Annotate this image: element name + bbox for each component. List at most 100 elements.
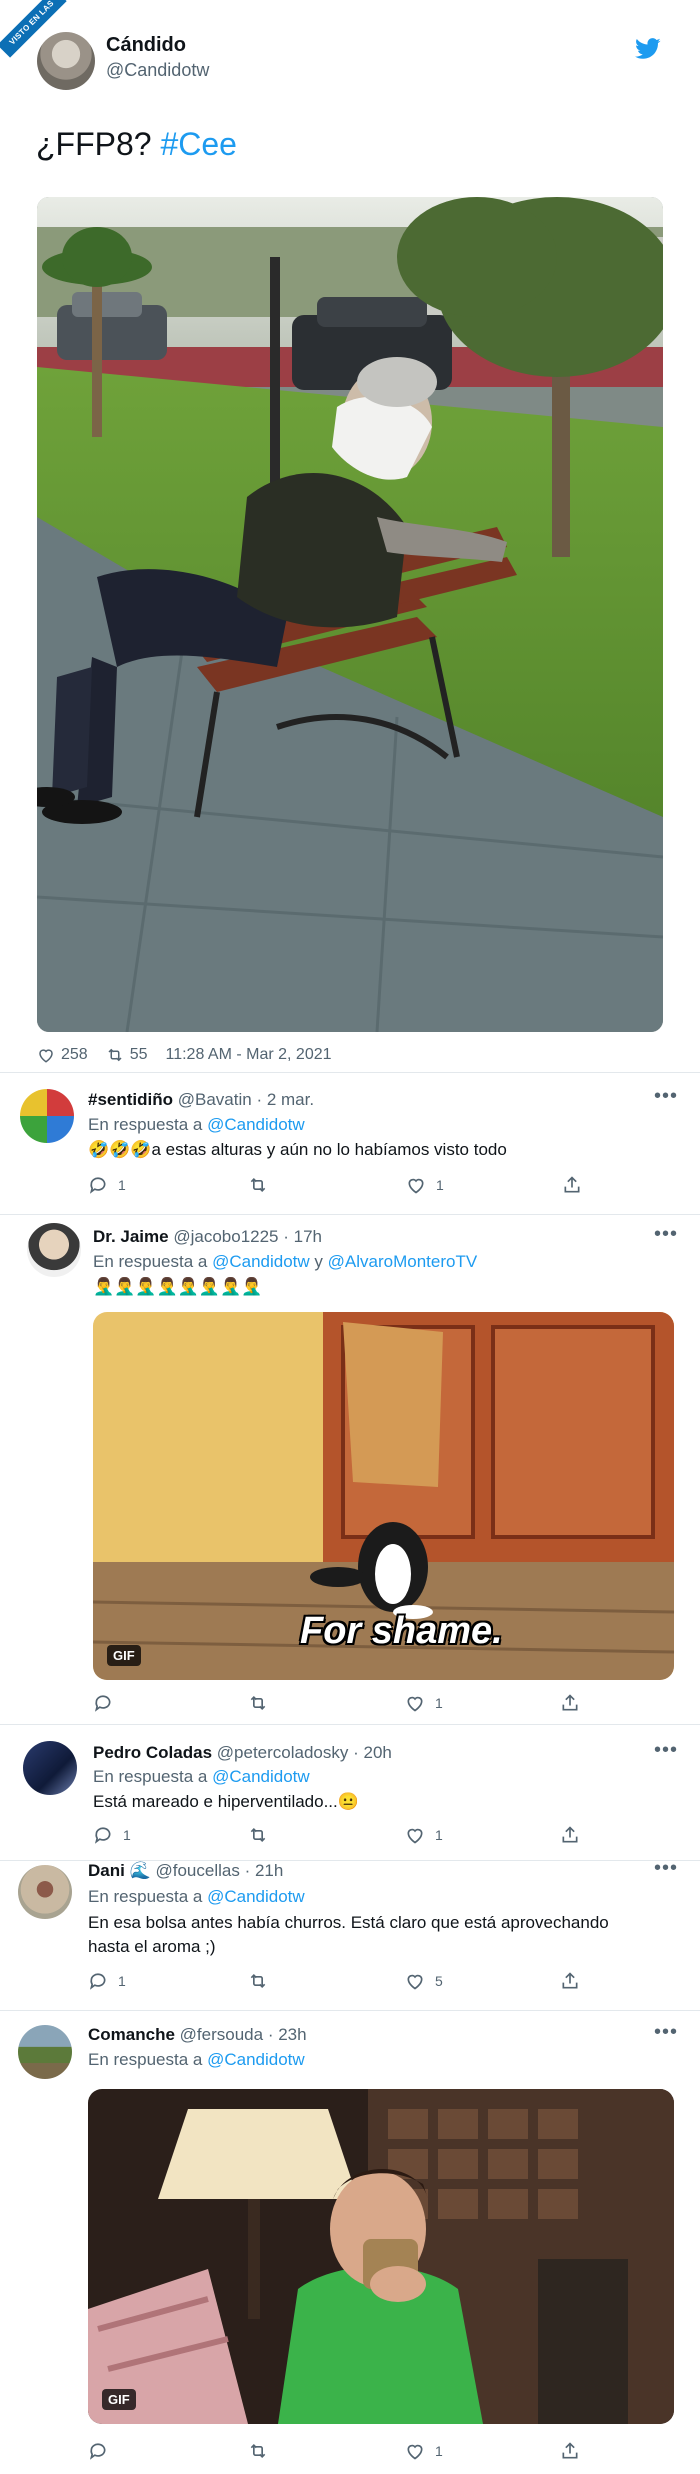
reply-avatar[interactable]: [27, 1223, 81, 1277]
reply-to-link[interactable]: @Candidotw: [207, 2050, 305, 2069]
reply-text: En esa bolsa antes había churros. Está c…: [88, 1911, 609, 1959]
reply-count: 1: [118, 1177, 126, 1193]
reply-4[interactable]: Dani 🌊 @foucellas · 21h ••• En respuesta…: [0, 1857, 700, 2011]
retweet-icon: [108, 1048, 122, 1062]
reply-text: 🤦‍♂️🤦‍♂️🤦‍♂️🤦‍♂️🤦‍♂️🤦‍♂️🤦‍♂️🤦‍♂️: [93, 1277, 263, 1296]
reply-author-handle[interactable]: @foucellas: [155, 1861, 239, 1880]
tweet-timestamp[interactable]: 11:28 AM - Mar 2, 2021: [166, 1046, 332, 1064]
like-button[interactable]: 1: [405, 1693, 443, 1713]
reply-time[interactable]: · 17h: [283, 1227, 322, 1246]
retweet-icon: [250, 1827, 266, 1843]
reply-to-prefix: En respuesta a: [93, 1252, 208, 1271]
likes-stat[interactable]: 258: [37, 1046, 88, 1064]
like-button[interactable]: 1: [405, 1825, 443, 1845]
retweet-button[interactable]: [248, 1693, 278, 1713]
reply-author-name[interactable]: Pedro Coladas: [93, 1743, 212, 1762]
reply-3[interactable]: Pedro Coladas @petercoladosky · 20h ••• …: [0, 1724, 700, 1861]
watermark-badge: VISTO EN LAS REDES .COM: [0, 0, 67, 58]
reply-button[interactable]: 1: [93, 1825, 131, 1845]
reply-author-name[interactable]: Comanche: [88, 2025, 175, 2044]
twitter-bird-icon[interactable]: [635, 38, 661, 60]
reply-to-link[interactable]: @Candidotw: [212, 1252, 310, 1271]
reply-author-handle[interactable]: @Bavatin: [178, 1090, 252, 1109]
reply-actions: 1 5: [88, 1971, 648, 1995]
retweet-button[interactable]: [248, 1175, 278, 1195]
reply-time[interactable]: · 2 mar.: [256, 1090, 314, 1109]
retweet-button[interactable]: [248, 2441, 278, 2461]
reply-time[interactable]: · 23h: [268, 2025, 307, 2044]
reply-actions: 1 1: [93, 1825, 653, 1849]
retweets-stat[interactable]: 55: [106, 1046, 148, 1064]
author-handle[interactable]: @Candidotw: [106, 60, 209, 81]
retweet-button[interactable]: [248, 1825, 278, 1845]
share-button[interactable]: [562, 1175, 582, 1195]
like-count: 1: [435, 1695, 443, 1711]
reply-time[interactable]: · 20h: [353, 1743, 392, 1762]
reply-to-and: y: [314, 1252, 323, 1271]
share-icon: [562, 1694, 578, 1711]
reply-count: 1: [118, 1973, 126, 1989]
share-button[interactable]: [560, 1971, 580, 1991]
like-button[interactable]: 1: [405, 2441, 443, 2461]
retweets-count: 55: [129, 1046, 148, 1063]
reply-author-handle[interactable]: @petercoladosky: [217, 1743, 349, 1762]
reply-to-link[interactable]: @Candidotw: [212, 1767, 310, 1786]
reply-button[interactable]: 1: [88, 1971, 126, 1991]
reply-author-name[interactable]: #sentidiño: [88, 1090, 173, 1109]
reply-author-name[interactable]: Dr. Jaime: [93, 1227, 169, 1246]
retweet-button[interactable]: [248, 1971, 278, 1991]
gif-badge: GIF: [102, 2389, 136, 2410]
like-button[interactable]: 1: [406, 1175, 444, 1195]
share-button[interactable]: [560, 1825, 580, 1845]
reply-time[interactable]: · 21h: [245, 1861, 284, 1880]
reply-header: Dani 🌊 @foucellas · 21h: [88, 1861, 283, 1881]
reply-button[interactable]: [88, 2441, 118, 2461]
reply-icon: [89, 1973, 106, 1990]
hashtag-link[interactable]: #Cee: [160, 126, 237, 162]
reply-avatar[interactable]: [23, 1741, 77, 1795]
reply-avatar[interactable]: [18, 1865, 72, 1919]
reply-gif[interactable]: GIF: [88, 2089, 674, 2424]
reply-header: Dr. Jaime @jacobo1225 · 17h: [93, 1227, 322, 1247]
reply-1[interactable]: #sentidiño @Bavatin · 2 mar. ••• En resp…: [0, 1072, 700, 1215]
retweet-icon: [250, 1695, 266, 1711]
reply-2[interactable]: Dr. Jaime @jacobo1225 · 17h ••• En respu…: [0, 1214, 700, 1725]
author-avatar[interactable]: [37, 32, 95, 90]
share-icon: [564, 1176, 580, 1193]
more-icon[interactable]: •••: [654, 2021, 678, 2044]
reply-to-link[interactable]: @Candidotw: [207, 1115, 305, 1134]
reply-author-handle[interactable]: @jacobo1225: [173, 1227, 278, 1246]
retweet-icon: [250, 1973, 266, 1989]
reply-author-handle[interactable]: @fersouda: [180, 2025, 263, 2044]
more-icon[interactable]: •••: [654, 1739, 678, 1762]
reply-to-prefix: En respuesta a: [88, 1887, 203, 1906]
reply-to-link-extra[interactable]: @AlvaroMonteroTV: [328, 1252, 478, 1271]
tweet-text: ¿FFP8? #Cee: [36, 126, 237, 163]
like-button[interactable]: 5: [405, 1971, 443, 1991]
more-icon[interactable]: •••: [654, 1223, 678, 1246]
tweet-photo[interactable]: [37, 197, 663, 1032]
share-icon: [562, 1972, 578, 1989]
reply-avatar[interactable]: [20, 1089, 74, 1143]
heart-icon: [407, 1696, 423, 1712]
reply-button[interactable]: 1: [88, 1175, 126, 1195]
share-button[interactable]: [560, 2441, 580, 2461]
reply-text: Está mareado e hiperventilado...😐: [93, 1792, 359, 1811]
reply-5[interactable]: Comanche @fersouda · 23h ••• En respuest…: [0, 2010, 700, 2474]
reply-gif[interactable]: For shame. GIF: [93, 1312, 674, 1680]
author-name[interactable]: Cándido: [106, 34, 186, 57]
reply-to-link[interactable]: @Candidotw: [207, 1887, 305, 1906]
retweet-icon: [250, 2443, 266, 2459]
reply-author-name[interactable]: Dani 🌊: [88, 1861, 151, 1880]
reply-to-line: En respuesta a @Candidotw: [88, 1887, 305, 1907]
park-bench-photo: [37, 197, 663, 1032]
gif-badge: GIF: [107, 1645, 141, 1666]
more-icon[interactable]: •••: [654, 1085, 678, 1108]
more-icon[interactable]: •••: [654, 1857, 678, 1880]
reply-avatar[interactable]: [18, 2025, 72, 2079]
reply-button[interactable]: [93, 1693, 123, 1713]
reply-text-line-1: En esa bolsa antes había churros. Está c…: [88, 1913, 609, 1932]
reply-to-line: En respuesta a @Candidotw: [88, 1115, 305, 1135]
share-button[interactable]: [560, 1693, 580, 1713]
reply-icon: [94, 1827, 111, 1844]
